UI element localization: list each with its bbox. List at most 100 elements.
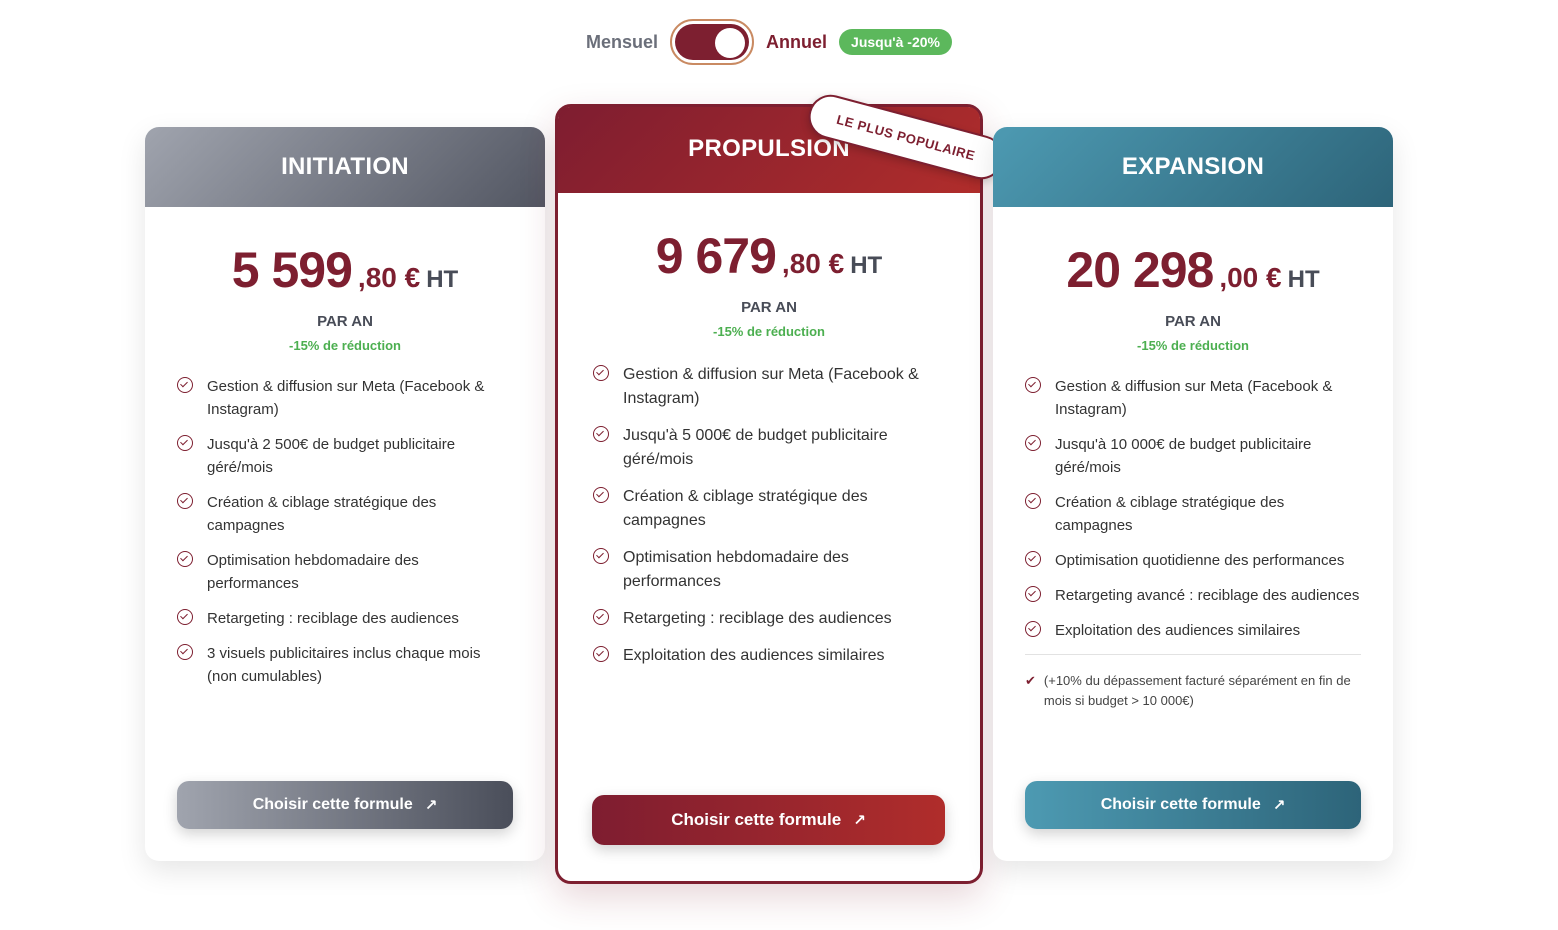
arrow-up-right-icon: ↗: [424, 797, 438, 814]
feature-item: Optimisation hebdomadaire des performanc…: [593, 546, 948, 594]
switch-knob: [715, 28, 746, 58]
check-circle-icon: [1025, 377, 1041, 393]
check-circle-icon: [1025, 586, 1041, 602]
choose-plan-label: Choisir cette formule: [1100, 796, 1261, 813]
choose-plan-button[interactable]: Choisir cette formule ↗: [1025, 781, 1361, 829]
check-circle-icon: [177, 644, 193, 660]
check-circle-icon: [177, 493, 193, 509]
check-circle-icon: [593, 646, 609, 662]
annual-label[interactable]: Annuel: [766, 32, 827, 53]
check-circle-icon: [1025, 551, 1041, 567]
feature-text: Retargeting avancé : reciblage des audie…: [1055, 587, 1360, 604]
choose-plan-label: Choisir cette formule: [671, 810, 842, 829]
feature-text: Gestion & diffusion sur Meta (Facebook &…: [207, 378, 485, 418]
choose-plan-button[interactable]: Choisir cette formule ↗: [177, 781, 513, 829]
check-circle-icon: [1025, 493, 1041, 509]
check-circle-icon: [593, 609, 609, 625]
feature-text: 3 visuels publicitaires inclus chaque mo…: [207, 645, 481, 685]
plan-card-initiation: INITIATION 5 599 ,80 € HT PAR AN -15% de…: [145, 127, 545, 861]
monthly-label[interactable]: Mensuel: [586, 32, 658, 53]
overage-note: ✔ (+10% du dépassement facturé séparémen…: [1025, 654, 1361, 711]
feature-list: Gestion & diffusion sur Meta (Facebook &…: [593, 363, 948, 668]
feature-text: Gestion & diffusion sur Meta (Facebook &…: [623, 366, 919, 407]
price-cents: ,80 €: [781, 248, 845, 279]
price-main: 9 679: [655, 228, 777, 284]
price-main: 5 599: [231, 242, 353, 298]
arrow-up-right-icon: ↗: [853, 812, 866, 829]
feature-item: 3 visuels publicitaires inclus chaque mo…: [177, 642, 513, 688]
feature-item: Optimisation hebdomadaire des performanc…: [177, 549, 513, 595]
price-block: 9 679 ,80 € HT PAR AN -15% de réduction: [558, 227, 980, 339]
overage-note-text: (+10% du dépassement facturé séparément …: [1043, 673, 1351, 708]
feature-text: Optimisation hebdomadaire des performanc…: [207, 552, 419, 592]
feature-list: Gestion & diffusion sur Meta (Facebook &…: [1025, 375, 1361, 642]
price-suffix: HT: [1287, 266, 1320, 293]
feature-item: Gestion & diffusion sur Meta (Facebook &…: [1025, 375, 1361, 421]
check-circle-icon: [593, 548, 609, 564]
check-circle-icon: [593, 426, 609, 442]
check-circle-icon: [1025, 621, 1041, 637]
feature-text: Création & ciblage stratégique des campa…: [207, 494, 437, 534]
feature-text: Jusqu'à 5 000€ de budget publicitaire gé…: [623, 427, 888, 468]
price-cents: ,80 €: [357, 262, 421, 293]
feature-item: Retargeting avancé : reciblage des audie…: [1025, 584, 1361, 607]
plan-name: PROPULSION: [688, 135, 850, 162]
check-circle-icon: [593, 365, 609, 381]
feature-item: Exploitation des audiences similaires: [593, 644, 948, 668]
feature-item: Jusqu'à 10 000€ de budget publicitaire g…: [1025, 433, 1361, 479]
feature-item: Création & ciblage stratégique des campa…: [177, 491, 513, 537]
billing-period: PAR AN: [741, 299, 797, 316]
feature-text: Création & ciblage stratégique des campa…: [1055, 494, 1285, 534]
plan-card-propulsion: PROPULSION LE PLUS POPULAIRE 9 679 ,80 €…: [555, 89, 1009, 884]
price-block: 5 599 ,80 € HT PAR AN -15% de réduction: [145, 241, 545, 353]
plan-name: INITIATION: [281, 153, 409, 180]
reduction-label: -15% de réduction: [1137, 338, 1249, 353]
checkmark-icon: ✔: [1025, 673, 1036, 688]
feature-item: Exploitation des audiences similaires: [1025, 619, 1361, 642]
plan-card-expansion: EXPANSION 20 298 ,00 € HT PAR AN -15% de…: [993, 127, 1393, 861]
reduction-label: -15% de réduction: [713, 324, 825, 339]
feature-item: Optimisation quotidienne des performance…: [1025, 549, 1361, 572]
billing-toggle-switch[interactable]: [670, 19, 755, 65]
check-circle-icon: [177, 551, 193, 567]
plan-name: EXPANSION: [1121, 153, 1265, 180]
feature-text: Gestion & diffusion sur Meta (Facebook &…: [1055, 378, 1333, 418]
billing-period: PAR AN: [1165, 313, 1221, 330]
feature-text: Optimisation quotidienne des performance…: [1055, 552, 1345, 569]
check-circle-icon: [177, 435, 193, 451]
feature-item: Création & ciblage stratégique des campa…: [593, 485, 948, 533]
discount-badge: Jusqu'à -20%: [839, 29, 952, 55]
price-cents: ,00 €: [1219, 262, 1282, 293]
plan-header: EXPANSION: [993, 127, 1393, 207]
price-main: 20 298: [1066, 242, 1214, 298]
choose-plan-button[interactable]: Choisir cette formule ↗: [592, 795, 945, 845]
check-circle-icon: [593, 487, 609, 503]
feature-text: Optimisation hebdomadaire des performanc…: [623, 549, 849, 590]
feature-item: Gestion & diffusion sur Meta (Facebook &…: [177, 375, 513, 421]
feature-text: Exploitation des audiences similaires: [623, 647, 885, 664]
billing-period: PAR AN: [317, 313, 373, 330]
feature-text: Retargeting : reciblage des audiences: [623, 610, 892, 627]
reduction-label: -15% de réduction: [289, 338, 401, 353]
switch-track: [675, 24, 750, 60]
price-line: 5 599 ,80 € HT: [145, 241, 545, 299]
check-circle-icon: [177, 609, 193, 625]
feature-item: Jusqu'à 5 000€ de budget publicitaire gé…: [593, 424, 948, 472]
feature-text: Création & ciblage stratégique des campa…: [623, 488, 868, 529]
feature-text: Jusqu'à 2 500€ de budget publicitaire gé…: [207, 436, 456, 476]
price-block: 20 298 ,00 € HT PAR AN -15% de réduction: [993, 241, 1393, 353]
feature-item: Retargeting : reciblage des audiences: [177, 607, 513, 630]
feature-text: Jusqu'à 10 000€ de budget publicitaire g…: [1055, 436, 1312, 476]
price-suffix: HT: [426, 266, 459, 293]
price-suffix: HT: [850, 252, 883, 279]
check-circle-icon: [177, 377, 193, 393]
feature-item: Jusqu'à 2 500€ de budget publicitaire gé…: [177, 433, 513, 479]
feature-item: Gestion & diffusion sur Meta (Facebook &…: [593, 363, 948, 411]
choose-plan-label: Choisir cette formule: [252, 796, 413, 813]
feature-item: Retargeting : reciblage des audiences: [593, 607, 948, 631]
feature-list: Gestion & diffusion sur Meta (Facebook &…: [177, 375, 513, 688]
feature-item: Création & ciblage stratégique des campa…: [1025, 491, 1361, 537]
feature-text: Exploitation des audiences similaires: [1055, 622, 1301, 639]
price-line: 20 298 ,00 € HT: [993, 241, 1393, 299]
arrow-up-right-icon: ↗: [1272, 797, 1286, 814]
